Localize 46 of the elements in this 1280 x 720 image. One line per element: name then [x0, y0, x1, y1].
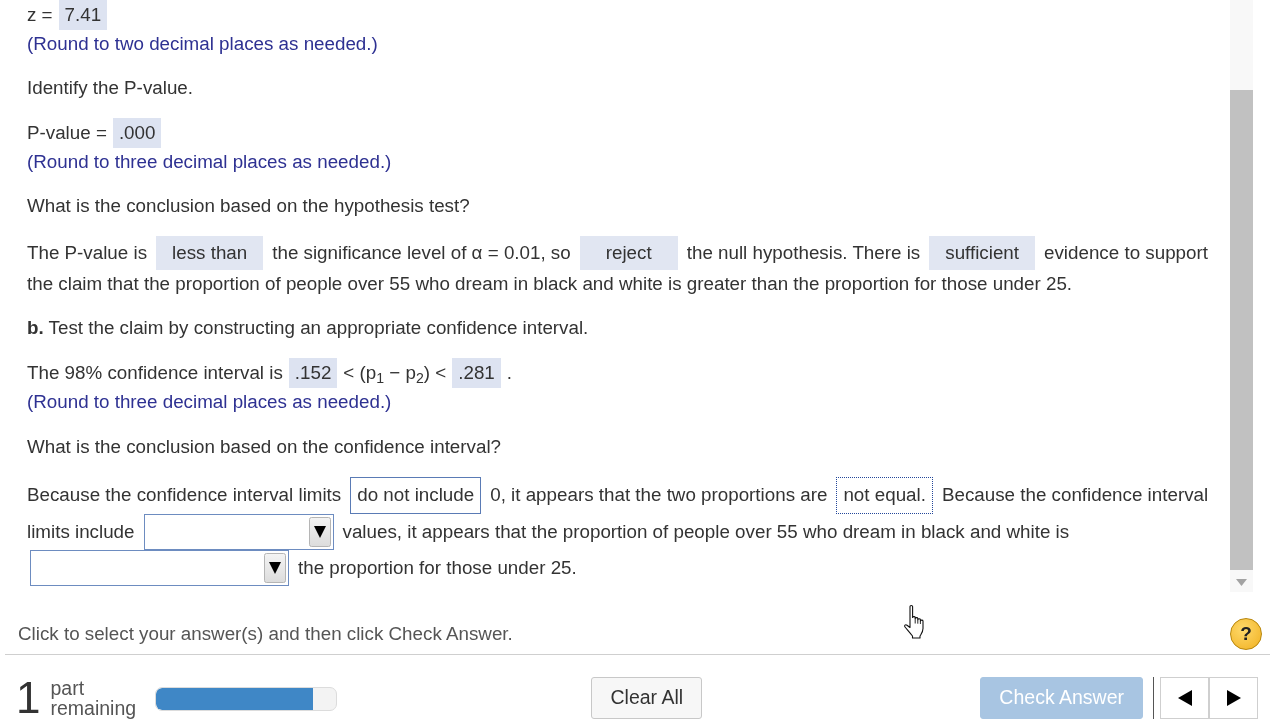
scrollbar-thumb[interactable] [1230, 90, 1253, 570]
question-text: the claim that the proportion of people over 55 who dream in black and white is greater than the proportion for those under 25. [27, 272, 1073, 297]
hand-cursor-icon [903, 604, 927, 639]
question-text: the proportion for those under 25. [298, 555, 577, 580]
hint-text: (Round to three decimal places as needed.) [27, 390, 392, 415]
question-text: evidence to support [1044, 241, 1208, 266]
caret-icon[interactable] [308, 516, 331, 547]
triangle-left-icon[interactable] [1177, 690, 1192, 706]
question-text: P-value = [27, 121, 107, 146]
question-text: the null hypothesis. There is [686, 241, 921, 266]
answer-field[interactable]: .152 [288, 358, 338, 389]
question-text: . [506, 361, 512, 386]
question-text: values, it appears that the proportion of people over 55 who dream in black and white is [342, 519, 1070, 544]
question-text: < (p$_{1}$ − p$_{2}$) < [343, 361, 447, 388]
question-text: Because the confidence interval [941, 483, 1209, 508]
question-text: Because the confidence interval limits [27, 483, 342, 508]
selected-answer: reject [579, 236, 678, 271]
hint-text: (Round to two decimal places as needed.) [27, 32, 378, 56]
question-text: The P-value is [27, 241, 148, 266]
scrollbar[interactable] [1230, 0, 1253, 592]
hint-text: (Round to three decimal places as needed.) [27, 150, 392, 175]
parts-remaining-count: 1 [16, 677, 41, 719]
answer-dropdown[interactable]: not equal. [836, 476, 933, 514]
next-button[interactable] [1209, 677, 1258, 719]
question-text: 0, it appears that the two proportions are [490, 483, 828, 508]
previous-button[interactable] [1160, 677, 1209, 719]
answer-field[interactable]: .000 [112, 118, 162, 149]
answer-field[interactable]: .281 [452, 358, 501, 389]
selected-answer: sufficient [929, 236, 1035, 271]
answer-field[interactable]: 7.41 [58, 0, 108, 30]
question-text: the significance level of α = 0.01, so [272, 241, 571, 266]
triangle-right-icon[interactable] [1226, 690, 1241, 706]
question-text: b. Test the claim by constructing an appropriate confidence interval. [27, 316, 589, 341]
instruction-text: Click to select your answer(s) and then click Check Answer. [18, 622, 513, 646]
answer-dropdown[interactable]: do not include [350, 476, 482, 514]
question-text: What is the conclusion based on the confidence interval? [27, 434, 501, 459]
caret-icon[interactable] [264, 552, 286, 583]
question-text: What is the conclusion based on the hypothesis test? [27, 194, 470, 219]
clear-all-button[interactable]: Clear All [591, 677, 703, 719]
question-text: limits include [27, 519, 135, 544]
question-text: Identify the P-value. [27, 76, 193, 101]
parts-remaining-label: part remaining [50, 678, 138, 718]
help-button[interactable]: ? [1230, 618, 1262, 650]
question-text: The 98% confidence interval is [27, 361, 283, 386]
selected-answer: less than [156, 236, 264, 271]
question-text: z = [27, 3, 53, 27]
